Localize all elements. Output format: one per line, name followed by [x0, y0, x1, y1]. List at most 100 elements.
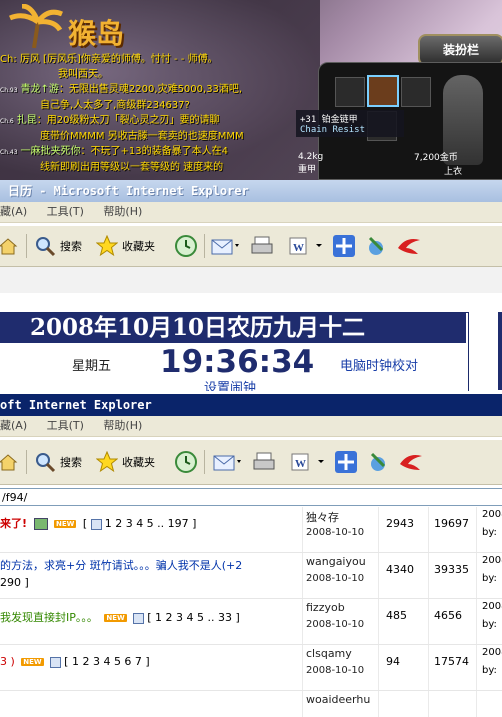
window-title[interactable]: oft Internet Explorer [0, 394, 502, 416]
toolbar-separator [204, 450, 205, 474]
favorites-button[interactable]: 收藏夹 [96, 450, 155, 474]
print-button[interactable] [250, 234, 274, 258]
last-post-date: 2008 [482, 647, 502, 658]
messenger-button[interactable] [334, 450, 358, 474]
forum-thread-list: 来了! NEW [ 1 2 3 4 5 .. 197 ] 独々存 2008-10… [0, 507, 502, 717]
pages-icon [133, 612, 145, 624]
last-post-date: 2008 [482, 555, 502, 566]
chat-line: Ch.93 青龙↑游：无限出售灵魂2200,灾难5000,33酒吧, [0, 84, 243, 95]
search-icon [36, 237, 56, 257]
home-icon [0, 238, 18, 255]
pages-icon [50, 656, 62, 668]
tool-button[interactable] [366, 450, 390, 474]
mail-button[interactable] [210, 234, 240, 258]
last-post-by[interactable]: by: [482, 665, 497, 676]
thread-author[interactable]: woaideerhu [306, 693, 370, 706]
printer-icon [251, 236, 273, 254]
table-row[interactable]: 3 ) NEW [ 1 2 3 4 5 6 7 ] clsqamy 2008-1… [0, 645, 502, 691]
reply-count: 2943 [386, 517, 414, 530]
mail-button[interactable] [212, 450, 242, 474]
word-icon: W [291, 453, 324, 471]
game-logo: 猴岛 [4, 3, 144, 50]
bird-icon [398, 239, 420, 254]
palm-tree-icon [9, 3, 63, 49]
menu-help[interactable]: 帮助(H) [103, 419, 142, 432]
thread-title[interactable]: 我发现直接封IP。。。 NEW [ 1 2 3 4 5 .. 33 ] [0, 609, 302, 625]
menu-tools[interactable]: 工具(T) [47, 205, 84, 218]
home-button[interactable] [0, 234, 18, 258]
calendar-clock: 19:36:34 [160, 344, 315, 380]
favorites-label: 收藏夹 [122, 456, 155, 469]
history-button[interactable] [174, 234, 198, 258]
item-subtitle: Chain Resist [300, 125, 366, 135]
thread-author[interactable]: clsqamy [306, 647, 352, 660]
toolbar: 搜索 收藏夹 W [0, 440, 502, 485]
thread-title[interactable]: 的方法，求亮+分 斑竹请试。。。骗人我不是人(+2 290 ] [0, 557, 302, 591]
history-icon [175, 235, 197, 257]
clock-sync-link[interactable]: 电脑时钟校对 [340, 355, 418, 374]
history-button[interactable] [174, 450, 198, 474]
view-count: 39335 [434, 563, 469, 576]
address-field[interactable]: /f94/ [0, 488, 502, 506]
toolbar-separator [26, 234, 27, 258]
favorites-button[interactable]: 收藏夹 [96, 234, 155, 258]
thread-title[interactable]: 3 ) NEW [ 1 2 3 4 5 6 7 ] [0, 655, 302, 668]
calendar-edge [498, 312, 502, 390]
menu-tools[interactable]: 工具(T) [47, 419, 84, 432]
thread-author[interactable]: wangaiyou [306, 555, 366, 568]
print-button[interactable] [252, 450, 276, 474]
edit-button[interactable]: W [288, 234, 324, 258]
toolbar-separator [204, 234, 205, 258]
thread-author[interactable]: 独々存 [306, 509, 339, 525]
home-button[interactable] [0, 450, 18, 474]
chat-line: 我叫西天。 [58, 69, 108, 80]
equip-slot-top[interactable] [335, 77, 365, 107]
equip-slot-pants[interactable] [401, 77, 431, 107]
table-row[interactable]: 的方法，求亮+分 斑竹请试。。。骗人我不是人(+2 290 ] wangaiyo… [0, 553, 502, 599]
equip-slot-armor[interactable] [367, 75, 399, 107]
menu-bar: 藏(A) 工具(T) 帮助(H) [0, 202, 502, 223]
table-row[interactable]: woaideerhu [0, 691, 502, 717]
thread-author[interactable]: fizzyob [306, 601, 345, 614]
search-button[interactable]: 搜索 [34, 234, 82, 258]
thread-date: 2008-10-10 [306, 573, 365, 584]
item-tooltip: +31 铂金链甲 Chain Resist [296, 110, 404, 137]
tool-icon [368, 236, 384, 255]
bird-icon [400, 455, 422, 470]
thread-date: 2008-10-10 [306, 527, 365, 538]
search-label: 搜索 [60, 456, 82, 469]
table-row[interactable]: 来了! NEW [ 1 2 3 4 5 .. 197 ] 独々存 2008-10… [0, 507, 502, 553]
menu-favorites[interactable]: 藏(A) [0, 205, 27, 218]
search-icon [36, 453, 56, 473]
search-button[interactable]: 搜索 [34, 450, 82, 474]
thread-date: 2008-10-10 [306, 619, 365, 630]
table-row[interactable]: 我发现直接封IP。。。 NEW [ 1 2 3 4 5 .. 33 ] fizz… [0, 599, 502, 645]
menu-help[interactable]: 帮助(H) [103, 205, 142, 218]
thread-title[interactable]: 来了! NEW [ 1 2 3 4 5 .. 197 ] [0, 515, 302, 531]
crosshair-icon [333, 235, 355, 257]
window-title[interactable]: 日历 - Microsoft Internet Explorer [0, 180, 502, 202]
printer-icon [253, 452, 275, 470]
tool-button[interactable] [364, 234, 388, 258]
page-margin [0, 293, 502, 312]
edit-button[interactable]: W [290, 450, 326, 474]
menu-favorites[interactable]: 藏(A) [0, 419, 27, 432]
thread-date: 2008-10-10 [306, 665, 365, 676]
address-area [0, 267, 502, 293]
bird-button[interactable] [398, 450, 424, 474]
menu-bar: 藏(A) 工具(T) 帮助(H) [0, 416, 502, 437]
bird-button[interactable] [396, 234, 422, 258]
last-post-date: 2008 [482, 601, 502, 612]
chat-line: Ch.6 扎昆：用20级粉太刀「裂心灵之刃」要的请聊 [0, 115, 220, 126]
new-badge-icon: NEW [104, 614, 127, 622]
word-icon: W [289, 237, 322, 255]
star-icon [96, 451, 118, 473]
new-badge-icon: NEW [54, 520, 77, 528]
last-post-by[interactable]: by: [482, 619, 497, 630]
toolbar: 搜索 收藏夹 W [0, 226, 502, 267]
messenger-button[interactable] [332, 234, 356, 258]
last-post-by[interactable]: by: [482, 527, 497, 538]
last-post-by[interactable]: by: [482, 573, 497, 584]
item-name: +31 铂金链甲 [300, 115, 358, 125]
chat-log: Ch: 厉风 [厉风乐]你亲爱的师傅。忖忖 - - 师傅。 我叫西天。 Ch.9… [0, 52, 330, 175]
